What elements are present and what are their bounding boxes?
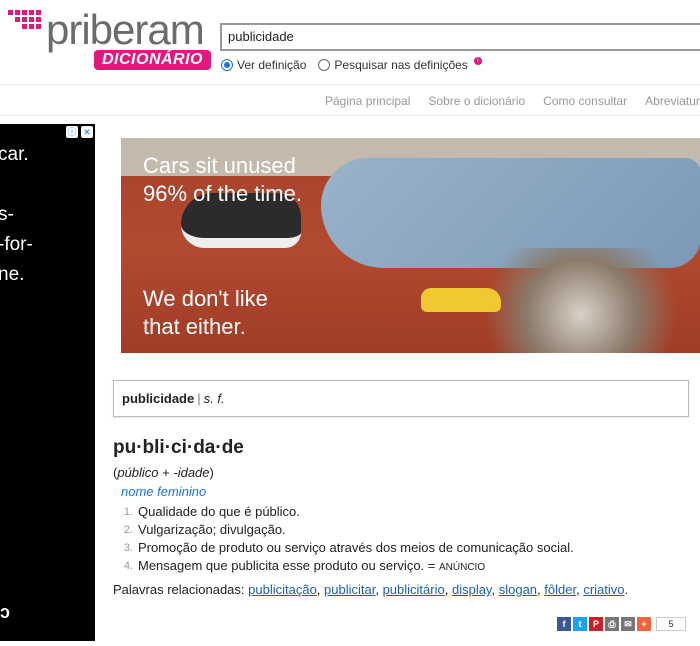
search-input[interactable]: publicidade bbox=[220, 23, 700, 51]
logo-dots-icon bbox=[8, 10, 48, 36]
share-bar: f t P ⎙ ✉ + 5 bbox=[557, 617, 686, 631]
nav-item-abreviaturas[interactable]: Abreviatura bbox=[645, 94, 700, 108]
sense-text: Mensagem que publicita esse produto ou s… bbox=[138, 558, 439, 573]
list-item: 4. Mensagem que publicita esse produto ou… bbox=[123, 557, 693, 577]
etymology: (público + -idade) bbox=[113, 465, 693, 480]
entry-word: publicidade bbox=[122, 391, 195, 406]
banner-yellow-car-shape bbox=[421, 288, 501, 312]
entry-separator: | bbox=[197, 391, 201, 406]
etym-plus: + bbox=[158, 465, 174, 480]
nav-item-como-consultar[interactable]: Como consultar bbox=[543, 94, 627, 108]
sense-text: Qualidade do que é público. bbox=[138, 504, 300, 519]
related-link[interactable]: publicitar bbox=[324, 582, 375, 597]
top-nav: Página principal Sobre o dicionário Como… bbox=[0, 84, 700, 116]
related-end: . bbox=[624, 582, 629, 597]
sense-list: 1. Qualidade do que é público. 2. Vulgariz… bbox=[123, 503, 693, 577]
related-link[interactable]: publicitação bbox=[248, 582, 317, 597]
sense-number: 4. bbox=[123, 560, 133, 572]
sense-text: Vulgarização; divulgação. bbox=[138, 522, 286, 537]
list-item: 3. Promoção de produto ou serviço através… bbox=[123, 539, 693, 557]
radio-pesquisar-definicoes[interactable]: Pesquisar nas definições i bbox=[318, 57, 482, 72]
pinterest-icon[interactable]: P bbox=[589, 617, 603, 631]
facebook-icon[interactable]: f bbox=[557, 617, 571, 631]
header: priberam DICIONÁRIO publicidade Ver defi… bbox=[0, 0, 700, 84]
related-link[interactable]: fôlder bbox=[544, 582, 576, 597]
nav-item-sobre[interactable]: Sobre o dicionário bbox=[428, 94, 525, 108]
side-ad-logo: ↄ bbox=[0, 602, 11, 622]
radio-selected-icon bbox=[221, 59, 233, 71]
etym-suffix[interactable]: -idade bbox=[173, 465, 209, 480]
ad-close-icon[interactable]: ✕ bbox=[81, 126, 93, 138]
related-link[interactable]: display bbox=[452, 582, 492, 597]
sense-number: 2. bbox=[123, 524, 133, 536]
banner-headline: Cars sit unused 96% of the time. bbox=[143, 153, 302, 206]
radio-label: Pesquisar nas definições bbox=[334, 58, 468, 72]
radio-unselected-icon bbox=[318, 59, 331, 71]
radio-ver-definicao[interactable]: Ver definição bbox=[221, 58, 306, 72]
more-share-icon[interactable]: + bbox=[637, 617, 651, 631]
sense-text: Promoção de produto ou serviço através d… bbox=[138, 540, 574, 555]
sense-number: 3. bbox=[123, 542, 133, 554]
entry-header: publicidade | s. f. bbox=[113, 380, 689, 417]
ad-info-icon[interactable]: ⓘ bbox=[66, 126, 78, 138]
nav-item-pagina-principal[interactable]: Página principal bbox=[325, 94, 410, 108]
side-advertisement[interactable]: ⓘ ✕ car. s- -for- ne. ↄ bbox=[0, 124, 95, 641]
banner-tagline: We don't like that either. bbox=[143, 286, 268, 339]
list-item: 1. Qualidade do que é público. bbox=[123, 503, 693, 521]
definition: pu·bli·ci·da·de (público + -idade) nome … bbox=[113, 437, 693, 577]
side-ad-text: car. s- -for- ne. bbox=[0, 144, 33, 285]
related-link[interactable]: publicitário bbox=[383, 582, 445, 597]
related-link[interactable]: criativo bbox=[583, 582, 624, 597]
sense-xref[interactable]: ANÚNCIO bbox=[439, 562, 485, 573]
banner-advertisement[interactable]: Cars sit unused 96% of the time. We don'… bbox=[121, 138, 700, 353]
related-words: Palavras relacionadas: publicitação, pub… bbox=[113, 582, 629, 597]
entry-pos: s. f. bbox=[203, 391, 225, 406]
etym-base[interactable]: público bbox=[117, 465, 158, 480]
print-icon[interactable]: ⎙ bbox=[605, 617, 619, 631]
priberam-logo[interactable]: priberam DICIONÁRIO bbox=[8, 8, 211, 72]
list-item: 2. Vulgarização; divulgação. bbox=[123, 521, 693, 539]
syllable-division: pu·bli·ci·da·de bbox=[113, 437, 244, 458]
related-label: Palavras relacionadas: bbox=[113, 582, 249, 597]
logo-badge: DICIONÁRIO bbox=[94, 50, 211, 70]
logo-wordmark: priberam bbox=[46, 6, 205, 53]
grammatical-class[interactable]: nome feminino bbox=[121, 484, 693, 499]
search-mode-options: Ver definição Pesquisar nas definições i bbox=[221, 57, 482, 72]
related-link[interactable]: slogan bbox=[499, 582, 537, 597]
radio-label: Ver definição bbox=[237, 58, 307, 72]
etym-paren: ) bbox=[209, 465, 214, 480]
share-count: 5 bbox=[656, 617, 686, 631]
twitter-icon[interactable]: t bbox=[573, 617, 587, 631]
info-icon[interactable]: i bbox=[473, 57, 482, 65]
email-icon[interactable]: ✉ bbox=[621, 617, 635, 631]
sense-number: 1. bbox=[123, 506, 133, 518]
